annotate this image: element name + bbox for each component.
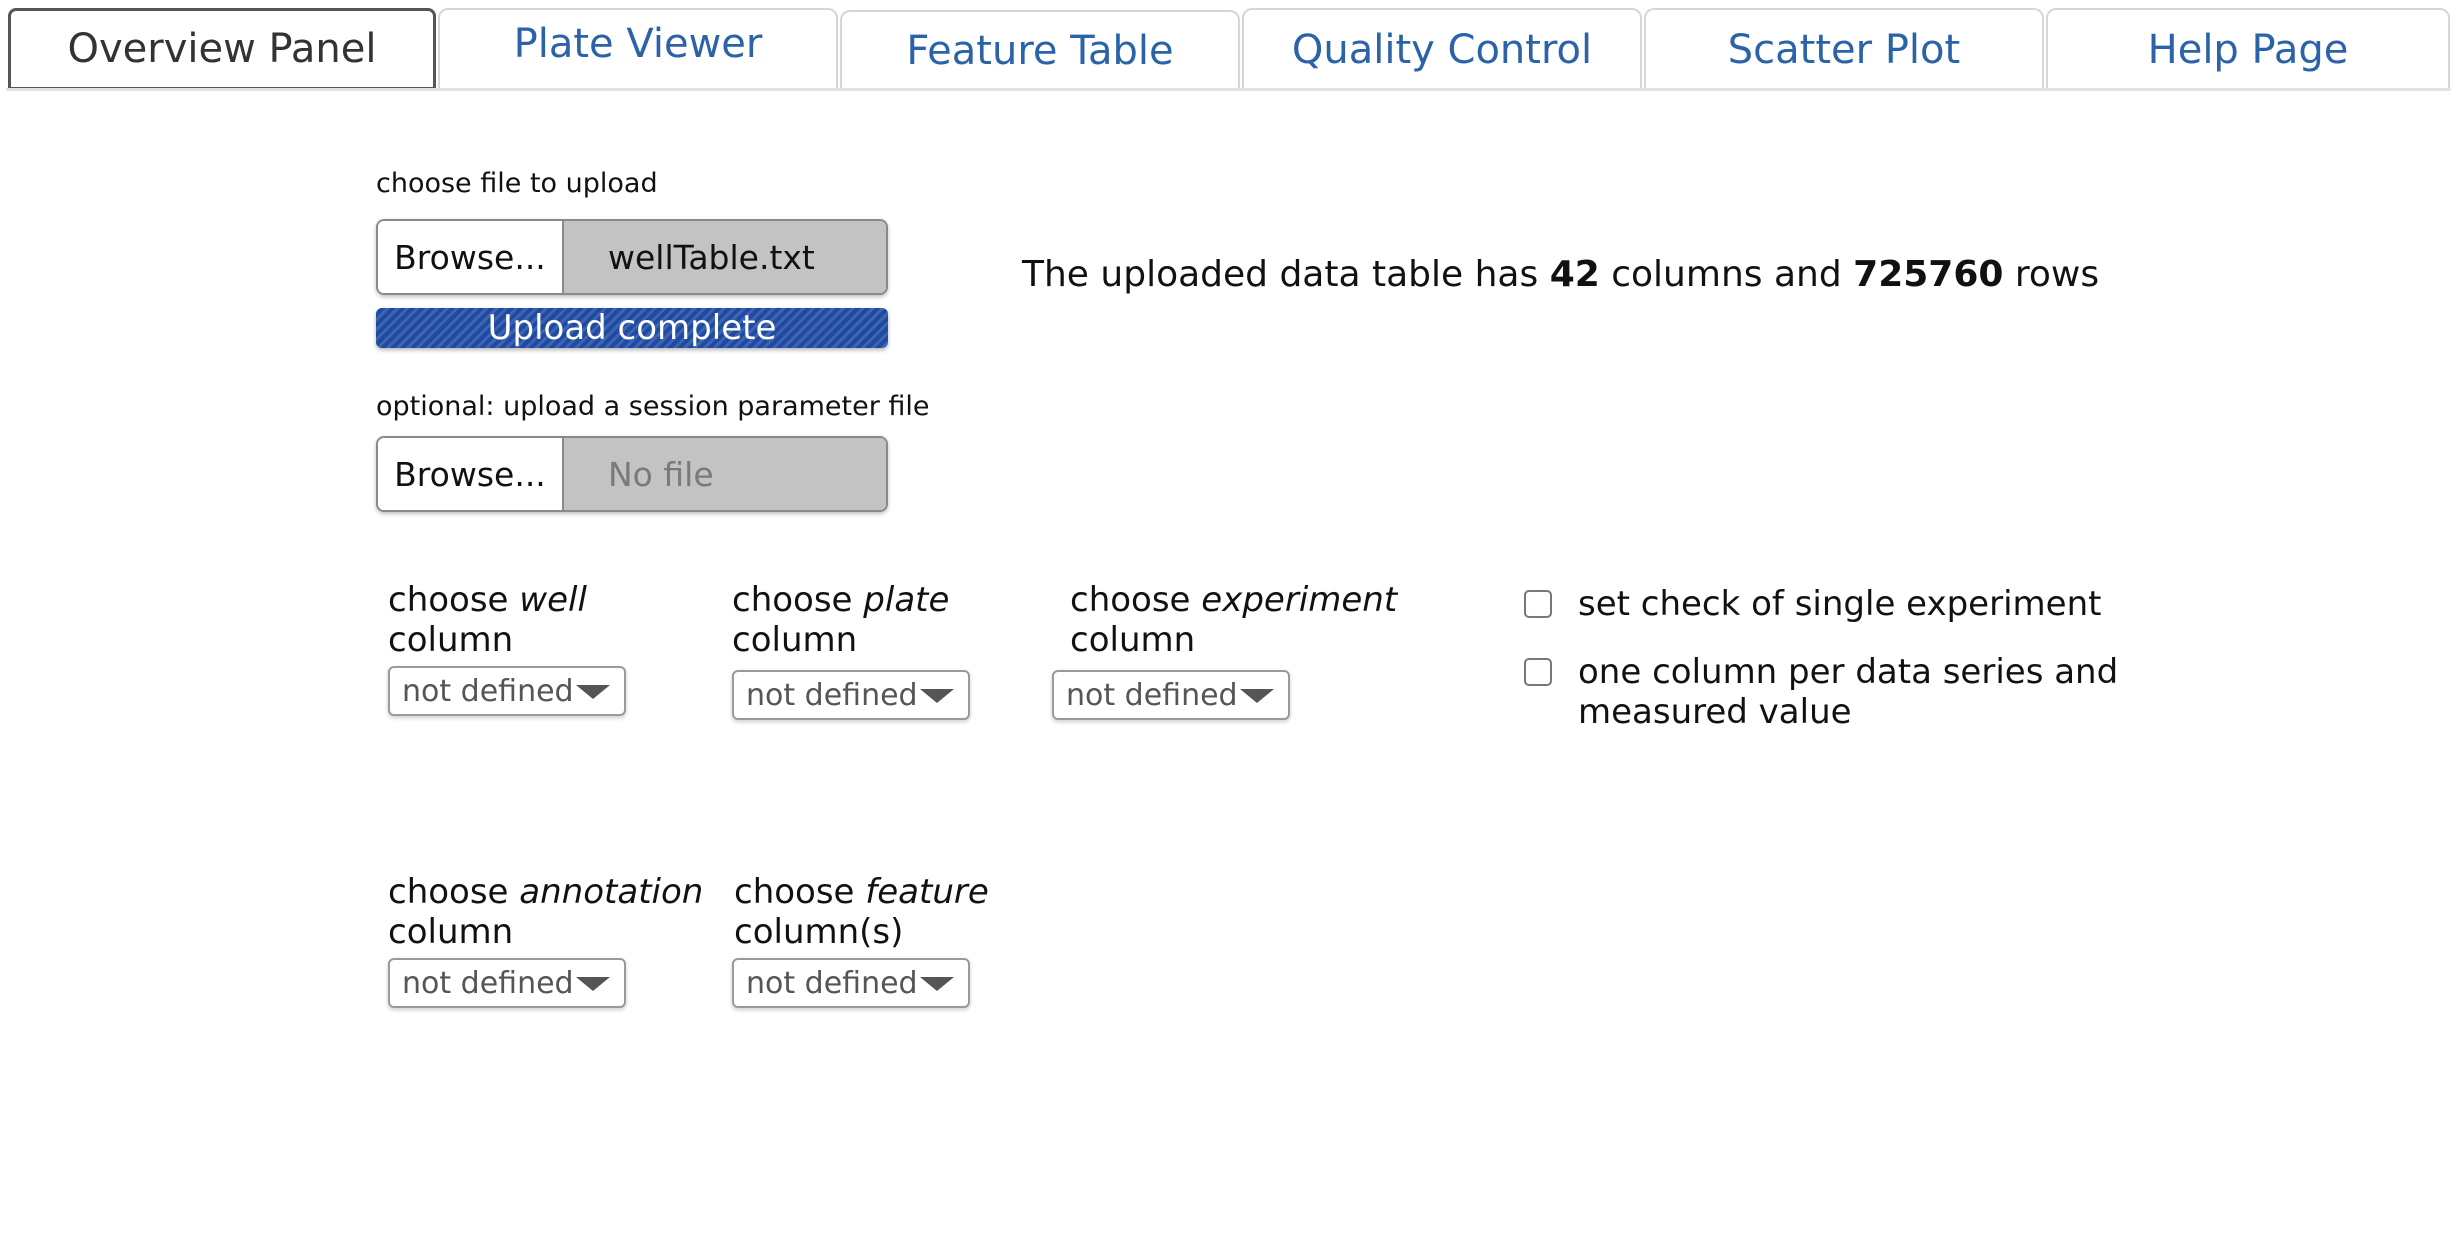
- well-column-select[interactable]: not defined: [388, 666, 626, 716]
- tab-quality-control[interactable]: Quality Control: [1242, 8, 1642, 90]
- feature-column-group: choose feature column(s) not defined: [732, 872, 989, 1008]
- upload-progress-bar: Upload complete: [376, 308, 888, 348]
- feature-column-label: choose feature column(s): [734, 872, 989, 952]
- tab-help-page[interactable]: Help Page: [2046, 8, 2450, 90]
- per-series-label: one column per data series and measured v…: [1578, 652, 2119, 732]
- well-column-value: not defined: [402, 673, 574, 709]
- single-experiment-label: set check of single experiment: [1578, 584, 2102, 624]
- per-series-checkbox[interactable]: [1524, 658, 1552, 686]
- annotation-column-value: not defined: [402, 965, 574, 1001]
- data-table-summary: The uploaded data table has 42 columns a…: [1022, 254, 2099, 295]
- tab-overview-panel[interactable]: Overview Panel: [8, 8, 436, 90]
- summary-column-count: 42: [1549, 254, 1600, 295]
- tab-bar-divider: [6, 88, 2451, 91]
- experiment-column-label: choose experiment column: [1070, 580, 1398, 660]
- single-experiment-option[interactable]: set check of single experiment: [1524, 584, 2101, 624]
- plate-column-value: not defined: [746, 677, 918, 713]
- chevron-down-icon: [1240, 689, 1274, 703]
- chevron-down-icon: [920, 689, 954, 703]
- upload-progress-text: Upload complete: [487, 308, 777, 348]
- plate-column-select[interactable]: not defined: [732, 670, 970, 720]
- annotation-column-label: choose annotation column: [388, 872, 704, 952]
- experiment-column-value: not defined: [1066, 677, 1238, 713]
- summary-row-count: 725760: [1853, 254, 2004, 295]
- summary-middle: columns and: [1599, 254, 1854, 295]
- plate-column-label: choose plate column: [732, 580, 950, 660]
- upload-label: choose file to upload: [376, 168, 658, 199]
- chevron-down-icon: [576, 977, 610, 991]
- session-browse-button[interactable]: Browse...: [378, 438, 564, 510]
- summary-suffix: rows: [2003, 254, 2100, 295]
- experiment-column-select[interactable]: not defined: [1052, 670, 1290, 720]
- browse-button[interactable]: Browse...: [378, 221, 564, 293]
- well-column-group: choose well column not defined: [388, 580, 626, 716]
- tab-bar: Overview Panel Plate Viewer Feature Tabl…: [6, 6, 2451, 92]
- plate-column-group: choose plate column not defined: [732, 580, 970, 720]
- chevron-down-icon: [576, 685, 610, 699]
- feature-column-value: not defined: [746, 965, 918, 1001]
- annotation-column-select[interactable]: not defined: [388, 958, 626, 1008]
- session-upload-label: optional: upload a session parameter fil…: [376, 391, 930, 422]
- session-file-input[interactable]: Browse... No file: [376, 436, 888, 512]
- feature-column-select[interactable]: not defined: [732, 958, 970, 1008]
- well-column-label: choose well column: [388, 580, 587, 660]
- annotation-column-group: choose annotation column not defined: [388, 872, 703, 1008]
- per-series-option[interactable]: one column per data series and measured v…: [1524, 652, 2118, 732]
- file-upload-input[interactable]: Browse... wellTable.txt: [376, 219, 888, 295]
- session-file-name: No file: [564, 438, 886, 510]
- single-experiment-checkbox[interactable]: [1524, 590, 1552, 618]
- tab-plate-viewer[interactable]: Plate Viewer: [438, 8, 838, 90]
- chevron-down-icon: [920, 977, 954, 991]
- tab-feature-table[interactable]: Feature Table: [840, 10, 1240, 90]
- summary-prefix: The uploaded data table has: [1022, 254, 1550, 295]
- experiment-column-group: choose experiment column not defined: [1052, 580, 1398, 720]
- uploaded-file-name: wellTable.txt: [564, 221, 886, 293]
- tab-scatter-plot[interactable]: Scatter Plot: [1644, 8, 2044, 90]
